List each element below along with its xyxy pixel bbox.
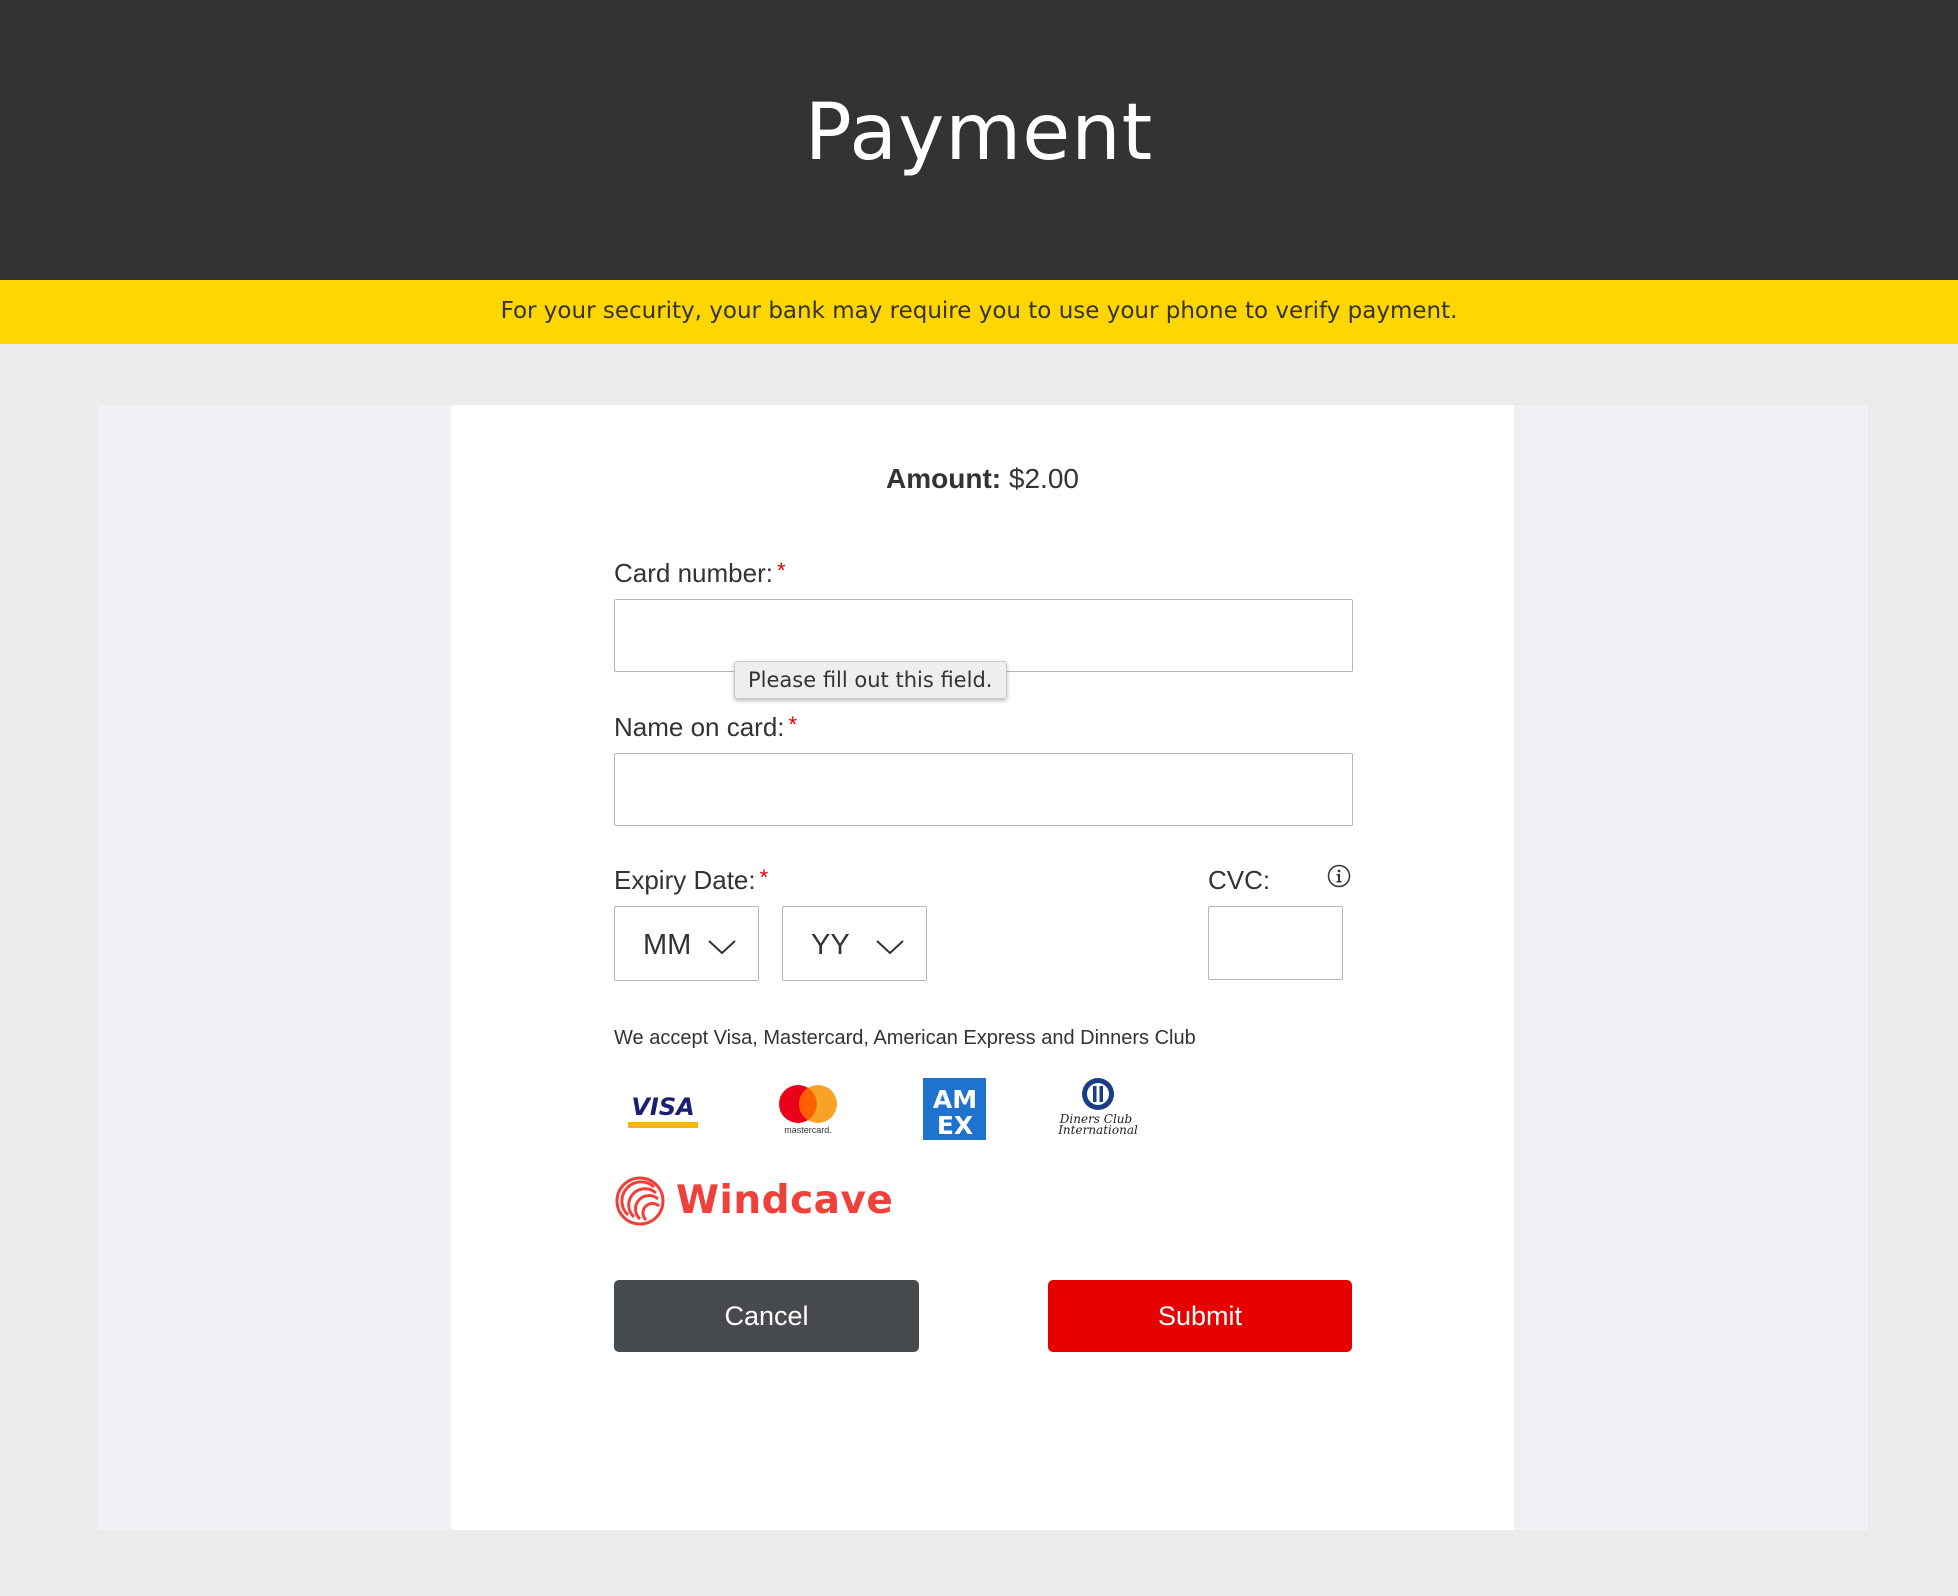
name-on-card-input[interactable] xyxy=(614,753,1353,826)
chevron-down-icon xyxy=(876,940,904,955)
accepted-cards-text: We accept Visa, Mastercard, American Exp… xyxy=(614,1027,1196,1049)
page-title: Payment xyxy=(804,88,1154,178)
security-notice-text: For your security, your bank may require… xyxy=(500,298,1458,324)
cancel-button[interactable]: Cancel xyxy=(614,1280,919,1352)
windcave-logo-text: Windcave xyxy=(676,1178,894,1223)
name-on-card-label-text: Name on card: xyxy=(614,712,785,742)
svg-text:International: International xyxy=(1058,1123,1138,1137)
windcave-logo-icon xyxy=(615,1176,665,1226)
required-mark: * xyxy=(759,865,769,890)
svg-text:AM: AM xyxy=(933,1085,977,1114)
svg-text:EX: EX xyxy=(937,1111,973,1140)
required-mark: * xyxy=(776,558,786,583)
submit-button[interactable]: Submit xyxy=(1048,1280,1352,1352)
expiry-month-value: MM xyxy=(643,929,692,961)
page-header: Payment xyxy=(0,0,1958,280)
name-on-card-label: Name on card: * xyxy=(614,712,797,743)
security-notice-banner: For your security, your bank may require… xyxy=(0,280,1958,344)
cvc-label: CVC: xyxy=(1208,865,1271,895)
expiry-month-select[interactable]: MM xyxy=(614,906,759,981)
card-number-label: Card number: * xyxy=(614,558,786,589)
mastercard-logo: mastercard. xyxy=(779,1085,837,1135)
visa-logo: VISA xyxy=(628,1093,698,1128)
chevron-down-icon xyxy=(708,940,736,955)
validation-tooltip: Please fill out this field. xyxy=(734,661,1007,699)
expiry-year-value: YY xyxy=(811,929,850,961)
expiry-date-label-text: Expiry Date: xyxy=(614,865,756,895)
amex-logo: AM EX xyxy=(923,1078,986,1140)
svg-text:VISA: VISA xyxy=(631,1093,694,1121)
required-mark: * xyxy=(788,712,798,737)
cvc-input[interactable] xyxy=(1208,906,1343,980)
info-icon[interactable] xyxy=(1327,864,1351,888)
expiry-date-label: Expiry Date: * xyxy=(614,865,768,896)
svg-text:mastercard.: mastercard. xyxy=(784,1125,832,1135)
amount-value: $2.00 xyxy=(1008,463,1079,494)
expiry-year-select[interactable]: YY xyxy=(782,906,927,981)
card-number-label-text: Card number: xyxy=(614,558,773,588)
amount-display: Amount: $2.00 xyxy=(451,463,1514,495)
amount-label: Amount: xyxy=(886,463,1002,494)
payment-form-panel xyxy=(451,405,1514,1530)
diners-club-logo: Diners Club International xyxy=(1058,1077,1138,1137)
